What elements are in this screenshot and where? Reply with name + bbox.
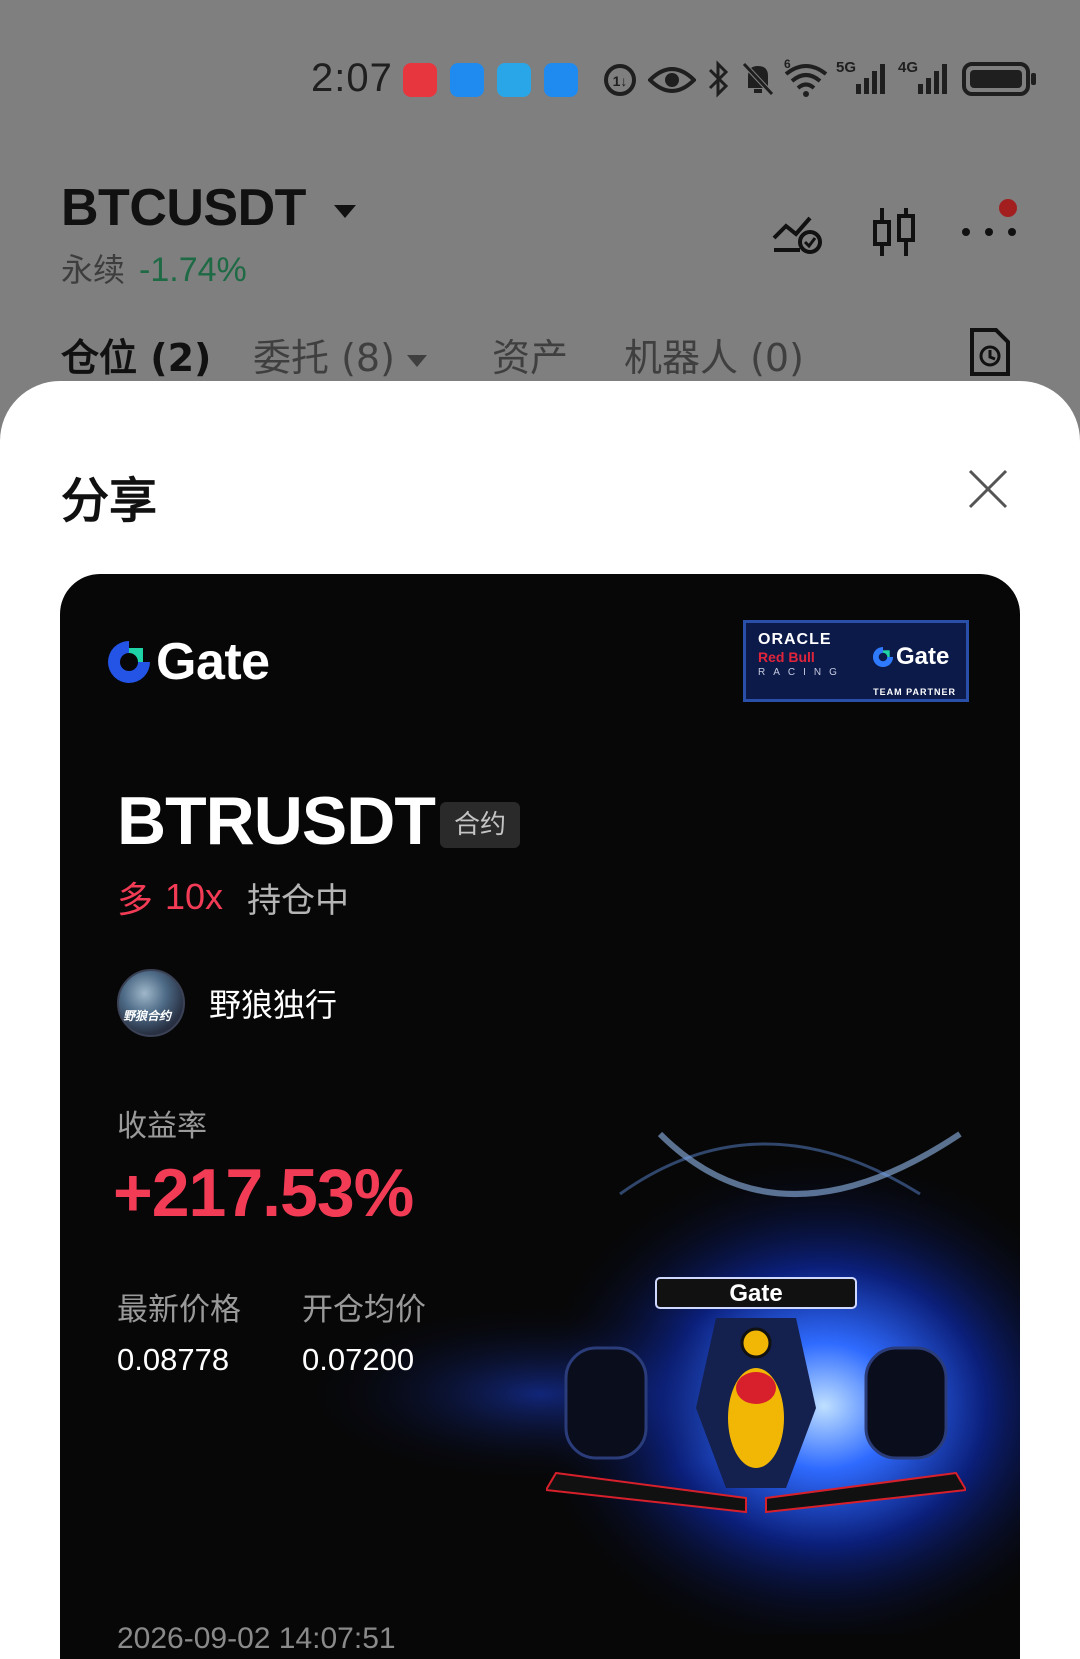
svg-text:1↓: 1↓	[613, 73, 628, 89]
position-status: 持仓中	[247, 880, 350, 921]
avatar-text: 野狼合约	[123, 1009, 172, 1023]
symbol-title: BTRUSDT	[117, 783, 436, 859]
more-icon	[962, 199, 1017, 236]
bluetooth-icon	[708, 60, 729, 98]
notification-app-icon	[450, 63, 484, 97]
latest-price-value: 0.08778	[117, 1342, 230, 1377]
partner-oracle-text: ORACLE	[758, 631, 832, 648]
partner-team-text: TEAM PARTNER	[873, 687, 956, 697]
gate-logo: Gate	[106, 632, 270, 692]
tab-orders[interactable]: 委托 (8)	[253, 327, 427, 382]
share-sheet: 分享 Gate ORACLE Red Bull RACING Gate TEAM…	[0, 381, 1080, 1659]
partner-gate-text: Gate	[896, 643, 950, 670]
huawei-appgallery-icon	[403, 63, 437, 97]
roi-value: +217.53%	[113, 1155, 414, 1231]
gate-logo-mark	[872, 646, 894, 668]
partner-gate-logo: Gate	[872, 643, 949, 671]
pair-subtitle: 永续 -1.74%	[61, 245, 247, 291]
mute-icon	[742, 62, 774, 96]
contract-badge: 合约	[440, 802, 520, 848]
partner-racing-text: RACING	[758, 667, 845, 678]
latest-price-label: 最新价格	[117, 1292, 241, 1328]
position-direction: 多	[117, 880, 154, 921]
team-partner-badge: ORACLE Red Bull RACING Gate TEAM PARTNER	[743, 620, 969, 702]
tab-positions[interactable]: 仓位 (2)	[61, 327, 211, 382]
tab-bots[interactable]: 机器人 (0)	[624, 327, 804, 382]
user-row: 野狼合约 野狼独行	[117, 969, 337, 1037]
svg-text:6: 6	[784, 58, 791, 71]
eye-icon	[648, 67, 696, 93]
tab-assets[interactable]: 资产	[492, 327, 568, 382]
share-card: Gate ORACLE Red Bull RACING Gate TEAM PA…	[60, 574, 1020, 1659]
position-side-row: 多 10x 持仓中	[117, 871, 349, 923]
race-car-illustration: Gate	[546, 1277, 966, 1514]
price-alert-icon[interactable]	[770, 208, 826, 256]
status-time: 2:07	[311, 56, 393, 100]
timestamp: 2026-09-02 14:07:51	[117, 1622, 396, 1655]
notification-app-icon-2	[544, 63, 578, 97]
browser-app-icon	[497, 63, 531, 97]
chevron-down-icon	[406, 354, 427, 367]
roi-label: 收益率	[117, 1109, 207, 1144]
chevron-down-icon	[333, 204, 356, 218]
history-doc-icon[interactable]	[968, 326, 1012, 378]
gate-logo-mark	[108, 641, 150, 683]
svg-text:Gate: Gate	[729, 1280, 782, 1307]
more-menu-button[interactable]	[960, 196, 1022, 246]
sheet-title: 分享	[61, 473, 158, 529]
close-icon[interactable]	[966, 467, 1010, 511]
avatar: 野狼合约	[117, 969, 185, 1037]
status-bar: 2:07 1↓ 6 5G 4G	[0, 0, 1080, 160]
signal-5g-icon: 5G	[836, 59, 885, 94]
user-name: 野狼独行	[209, 986, 338, 1024]
svg-text:5G: 5G	[836, 59, 856, 76]
gate-brand-text: Gate	[156, 633, 270, 691]
svg-text:4G: 4G	[898, 59, 918, 76]
pair-selector[interactable]: BTCUSDT	[61, 178, 356, 238]
signal-4g-icon: 4G	[898, 59, 947, 94]
battery-icon	[962, 62, 1036, 96]
wifi-icon: 6	[784, 58, 828, 97]
price-change: -1.74%	[139, 251, 247, 289]
pair-title: BTCUSDT	[61, 179, 306, 237]
tab-orders-label: 委托 (8)	[253, 336, 395, 380]
market-type: 永续	[61, 251, 126, 289]
entry-price-label: 开仓均价	[302, 1292, 426, 1328]
partner-redbull-text: Red Bull	[758, 649, 815, 665]
candlestick-icon[interactable]	[870, 204, 918, 260]
position-leverage: 10x	[165, 876, 224, 917]
data-saver-icon: 1↓	[604, 64, 636, 96]
entry-price-value: 0.07200	[302, 1342, 415, 1377]
